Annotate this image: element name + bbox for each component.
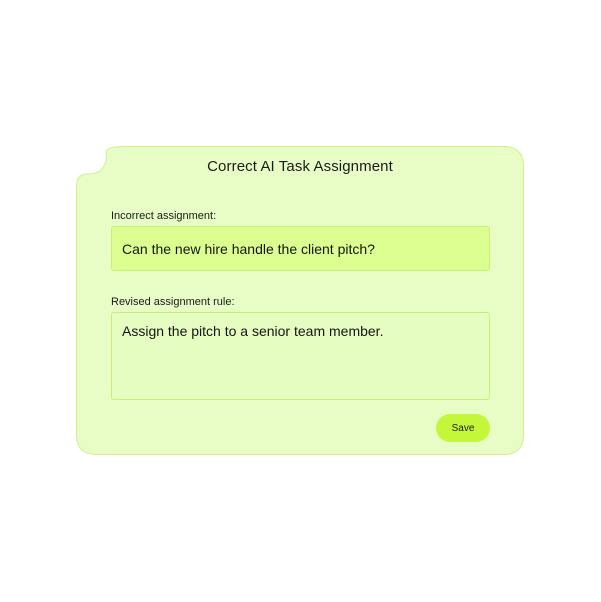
dialog-title: Correct AI Task Assignment — [207, 158, 393, 175]
revised-rule-label: Revised assignment rule: — [111, 296, 235, 308]
incorrect-assignment-label: Incorrect assignment: — [111, 210, 217, 222]
save-button[interactable]: Save — [436, 414, 490, 442]
revised-rule-textarea[interactable]: Assign the pitch to a senior team member… — [111, 312, 490, 400]
incorrect-assignment-field[interactable]: Can the new hire handle the client pitch… — [111, 226, 490, 271]
correction-dialog: Correct AI Task Assignment Incorrect ass… — [76, 146, 524, 455]
